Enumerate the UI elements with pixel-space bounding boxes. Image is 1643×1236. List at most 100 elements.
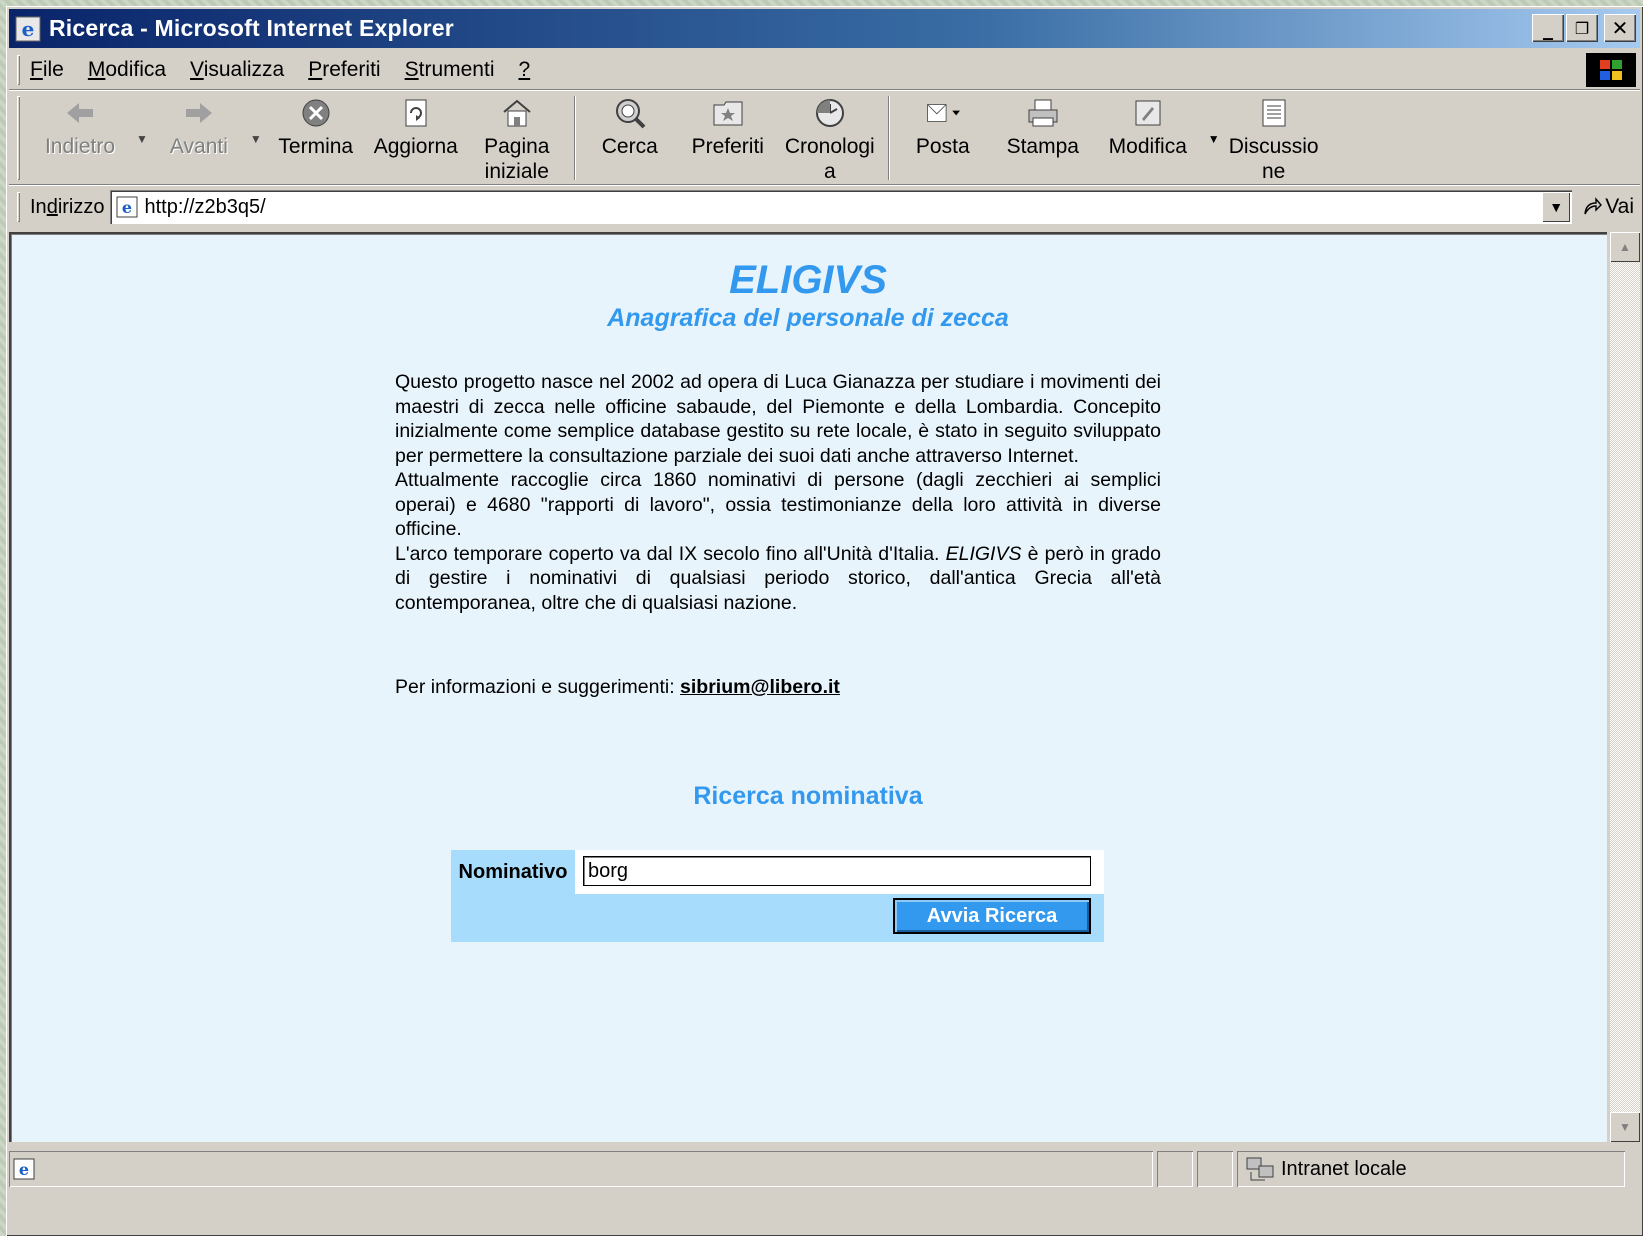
- edit-dropdown-icon[interactable]: ▼: [1208, 92, 1220, 146]
- nominativo-label: Nominativo: [451, 850, 575, 894]
- restore-button[interactable]: ❐: [1566, 14, 1598, 42]
- windows-logo-icon: [1586, 53, 1636, 87]
- forward-dropdown-icon[interactable]: ▼: [250, 92, 262, 146]
- back-button[interactable]: Indietro: [30, 92, 130, 159]
- go-arrow-icon: [1584, 197, 1603, 215]
- home-icon: [500, 96, 534, 130]
- page-content: ELIGIVS Anagrafica del personale di zecc…: [9, 232, 1607, 1142]
- edit-icon: [1131, 96, 1165, 130]
- discuss-icon: [1257, 96, 1291, 130]
- go-button[interactable]: Vai: [1582, 195, 1634, 219]
- address-input[interactable]: e http://z2b3q5/ ▼: [110, 190, 1573, 224]
- discuss-label-2: ne: [1261, 160, 1286, 183]
- title-bar: e Ricerca - Microsoft Internet Explorer …: [9, 9, 1640, 48]
- status-zone-label: Intranet locale: [1281, 1157, 1407, 1180]
- toolbar-separator: [574, 96, 576, 180]
- back-arrow-icon: [63, 96, 97, 130]
- intranet-zone-icon: [1246, 1157, 1274, 1181]
- intro-paragraph-2: Attualmente raccoglie circa 1860 nominat…: [395, 469, 1161, 540]
- menu-strumenti[interactable]: Strumenti: [405, 58, 495, 82]
- history-icon: [813, 96, 847, 130]
- close-icon: ✕: [1611, 16, 1629, 40]
- contact-email-link[interactable]: sibrium@libero.it: [680, 676, 840, 698]
- forward-label: Avanti: [169, 135, 228, 158]
- avvia-ricerca-button[interactable]: Avvia Ricerca: [893, 898, 1091, 934]
- menu-file[interactable]: File: [30, 58, 64, 82]
- history-button[interactable]: Cronologi a: [780, 92, 880, 184]
- history-label-1: Cronologi: [784, 135, 875, 158]
- mail-icon: [926, 96, 960, 130]
- refresh-button[interactable]: Aggiorna: [364, 92, 468, 159]
- page-status-icon: e: [13, 1158, 35, 1180]
- stop-icon: [299, 96, 333, 130]
- status-bar: e Intranet locale: [9, 1146, 1640, 1192]
- scroll-up-button[interactable]: ▲: [1610, 232, 1640, 262]
- edit-label: Modifica: [1108, 135, 1187, 158]
- home-button[interactable]: Pagina iniziale: [468, 92, 566, 184]
- form-row: Nominativo: [451, 850, 1104, 894]
- go-label: Vai: [1605, 195, 1634, 218]
- mail-label: Posta: [915, 135, 970, 158]
- vertical-scrollbar[interactable]: ▲ ▼: [1610, 232, 1640, 1142]
- address-dropdown-icon[interactable]: ▼: [1542, 192, 1571, 222]
- address-grip[interactable]: [17, 192, 20, 222]
- contact-label: Per informazioni e suggerimenti:: [395, 676, 681, 698]
- refresh-icon: [399, 96, 433, 130]
- address-bar: Indirizzo e http://z2b3q5/ ▼ Vai: [9, 187, 1640, 227]
- minimize-button[interactable]: _: [1532, 14, 1564, 42]
- discuss-label-1: Discussio: [1228, 135, 1319, 158]
- stop-label: Termina: [278, 135, 354, 158]
- toolbar-separator: [888, 96, 890, 180]
- menu-modifica[interactable]: Modifica: [88, 58, 166, 82]
- forward-button[interactable]: Avanti: [154, 92, 244, 159]
- back-label: Indietro: [44, 135, 116, 158]
- address-label: Indirizzo: [30, 195, 105, 218]
- svg-text:e: e: [19, 1160, 29, 1179]
- favorites-button[interactable]: Preferiti: [676, 92, 780, 159]
- svg-text:e: e: [122, 198, 132, 217]
- mail-button[interactable]: Posta: [898, 92, 988, 159]
- menu-preferiti[interactable]: Preferiti: [308, 58, 380, 82]
- contact-line: Per informazioni e suggerimenti: sibrium…: [395, 676, 840, 699]
- back-dropdown-icon[interactable]: ▼: [136, 92, 148, 146]
- status-main-panel: e: [9, 1151, 1153, 1187]
- menu-grip[interactable]: [17, 55, 20, 85]
- page-subtitle: Anagrafica del personale di zecca: [607, 304, 1009, 332]
- close-button[interactable]: ✕: [1604, 14, 1636, 42]
- status-panel-progress: [1157, 1151, 1193, 1187]
- print-label: Stampa: [1006, 135, 1079, 158]
- status-panel-security: [1197, 1151, 1233, 1187]
- svg-text:e: e: [22, 17, 35, 41]
- intro-text: Questo progetto nasce nel 2002 ad opera …: [395, 370, 1161, 615]
- menu-visualizza[interactable]: Visualizza: [190, 58, 284, 82]
- address-url: http://z2b3q5/: [144, 195, 266, 218]
- nominativo-input[interactable]: [583, 856, 1091, 886]
- restore-icon: ❐: [1574, 18, 1590, 38]
- status-zone-panel: Intranet locale: [1237, 1151, 1625, 1187]
- search-label: Cerca: [601, 135, 658, 158]
- menu-help[interactable]: ?: [518, 58, 530, 82]
- intro-paragraph-1: Questo progetto nasce nel 2002 ad opera …: [395, 371, 1161, 467]
- intro-paragraph-3: L'arco temporare coperto va dal IX secol…: [395, 542, 1161, 614]
- stop-button[interactable]: Termina: [268, 92, 364, 159]
- search-button[interactable]: Cerca: [584, 92, 676, 159]
- scroll-down-icon: ▼: [1619, 1120, 1631, 1134]
- edit-button[interactable]: Modifica: [1098, 92, 1198, 159]
- favorites-label: Preferiti: [691, 135, 764, 158]
- favorites-icon: [711, 96, 745, 130]
- menu-bar: File Modifica Visualizza Preferiti Strum…: [9, 51, 1640, 90]
- form-actions-row: Avvia Ricerca: [451, 894, 1104, 942]
- print-icon: [1026, 96, 1060, 130]
- print-button[interactable]: Stampa: [988, 92, 1098, 159]
- home-label-2: iniziale: [484, 160, 549, 183]
- discuss-button[interactable]: Discussio ne: [1222, 92, 1326, 184]
- standard-toolbar: Indietro ▼ Avanti ▼ Termina Aggiorna Pag…: [9, 92, 1640, 185]
- page-title: ELIGIVS: [729, 258, 887, 302]
- minimize-icon: _: [1543, 16, 1553, 40]
- home-label-1: Pagina: [484, 135, 550, 158]
- search-form: Nominativo Avvia Ricerca: [451, 850, 1104, 942]
- toolbar-grip[interactable]: [17, 96, 20, 180]
- browser-window: e Ricerca - Microsoft Internet Explorer …: [6, 6, 1643, 1236]
- page-ie-icon: e: [116, 196, 138, 218]
- scroll-down-button[interactable]: ▼: [1610, 1112, 1640, 1142]
